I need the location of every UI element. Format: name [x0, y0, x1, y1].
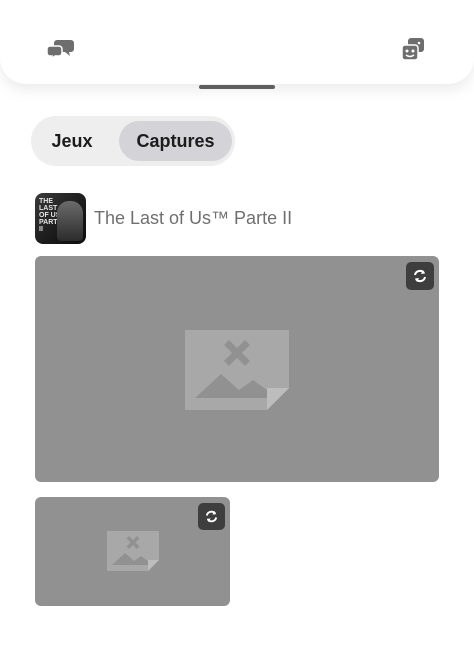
sync-icon[interactable]	[406, 262, 434, 290]
game-title: The Last of Us™ Parte II	[94, 207, 293, 228]
tab-captures[interactable]: Captures	[119, 121, 232, 161]
top-panel	[0, 0, 474, 84]
game-library-icon[interactable]	[398, 34, 428, 64]
game-header[interactable]: THE LAST OF US PART II The Last of Us™ P…	[35, 192, 292, 244]
chat-bubbles-icon[interactable]	[46, 34, 76, 64]
capture-thumbnail[interactable]	[35, 256, 439, 482]
broken-image-icon	[185, 330, 289, 410]
broken-image-icon	[107, 531, 159, 571]
tab-jeux[interactable]: Jeux	[35, 121, 109, 161]
drag-handle[interactable]	[199, 85, 275, 89]
capture-thumbnail[interactable]	[35, 497, 230, 606]
game-cover-icon: THE LAST OF US PART II	[35, 192, 86, 244]
cover-character	[57, 200, 83, 241]
sync-icon[interactable]	[198, 503, 225, 530]
segmented-control: Jeux Captures	[31, 116, 235, 166]
captures-screen: Jeux Captures THE LAST OF US PART II The…	[0, 0, 474, 650]
